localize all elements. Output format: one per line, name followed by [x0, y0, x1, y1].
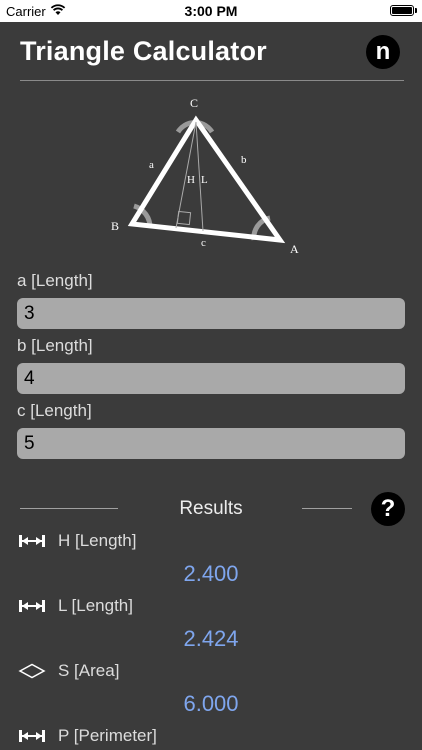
- area-icon: [18, 663, 46, 679]
- results-divider-right: [302, 508, 352, 509]
- input-b[interactable]: 4: [17, 363, 405, 394]
- help-button[interactable]: ?: [371, 492, 405, 526]
- length-icon: [19, 600, 45, 612]
- input-a[interactable]: 3: [17, 298, 405, 329]
- result-label-h: H [Length]: [58, 531, 137, 550]
- vertex-label-a: A: [290, 242, 299, 256]
- field-label-c: c [Length]: [17, 401, 92, 420]
- side-label-c: c: [201, 237, 206, 249]
- vertex-label-b: B: [111, 219, 119, 233]
- battery-tip: [415, 8, 417, 13]
- page-title: Triangle Calculator: [20, 36, 267, 66]
- result-value-l: 2.424: [183, 626, 239, 651]
- result-label-s: S [Area]: [58, 661, 120, 680]
- field-label-b: b [Length]: [17, 336, 93, 355]
- header-divider: [20, 80, 404, 81]
- length-icon: [19, 730, 45, 742]
- result-value-h: 2.400: [183, 561, 239, 586]
- info-button[interactable]: n: [366, 35, 400, 69]
- result-label-p: P [Perimeter]: [58, 726, 157, 745]
- height-label: H: [187, 174, 195, 186]
- results-title: Results: [179, 498, 243, 519]
- triangle-diagram: C B A a b c H L: [111, 96, 299, 256]
- field-label-a: a [Length]: [17, 271, 93, 290]
- input-c[interactable]: 5: [17, 428, 405, 459]
- right-angle-marker: [176, 210, 192, 226]
- side-label-b: b: [241, 154, 247, 166]
- clock: 3:00 PM: [184, 3, 238, 19]
- vertex-label-c: C: [190, 96, 198, 110]
- battery-icon: [390, 5, 414, 16]
- median-label: L: [201, 174, 208, 186]
- result-label-l: L [Length]: [58, 596, 133, 615]
- length-icon: [19, 535, 45, 547]
- status-bar: Carrier 3:00 PM: [0, 0, 422, 22]
- result-value-s: 6.000: [183, 691, 239, 716]
- side-label-a: a: [149, 159, 154, 171]
